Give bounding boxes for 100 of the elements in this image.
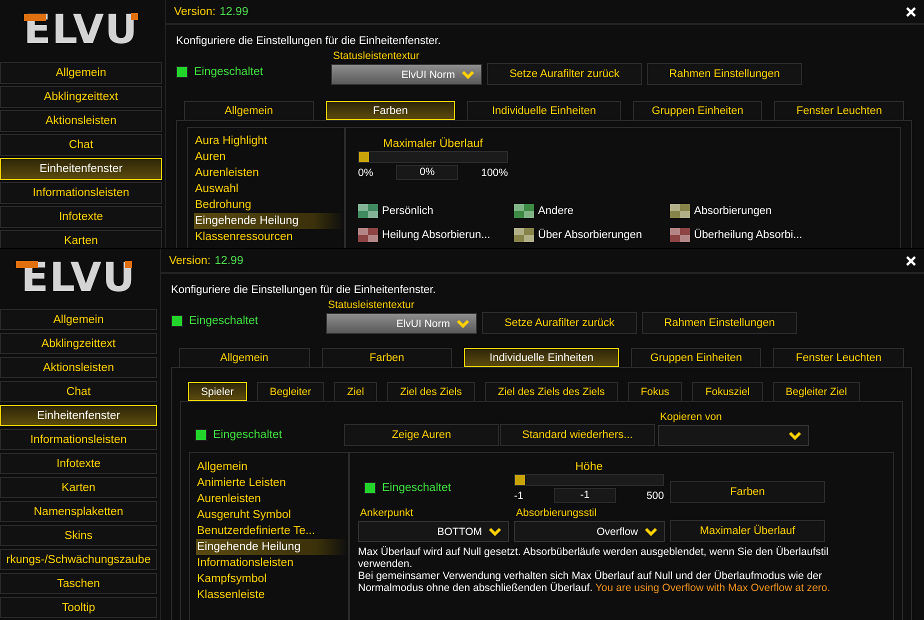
list-item[interactable]: Eingehende Heilung	[196, 539, 348, 555]
checkbox[interactable]	[364, 482, 376, 494]
list-item[interactable]: Informationsleisten	[196, 555, 348, 571]
list-item[interactable]: Aurenleisten	[194, 165, 344, 181]
tab[interactable]: Gruppen Einheiten	[630, 348, 762, 367]
list-item[interactable]: Ausgeruht Symbol	[196, 507, 348, 523]
menu-item[interactable]: Informationsleisten	[0, 182, 162, 204]
texture-dropdown[interactable]: ElvUI Norm	[326, 313, 477, 334]
action-button[interactable]: Setze Aurafilter zurück	[482, 312, 637, 334]
color-swatch[interactable]	[514, 204, 534, 218]
color-swatch[interactable]	[358, 228, 378, 242]
slider-track[interactable]	[358, 151, 508, 163]
list-item[interactable]: Aura Highlight	[194, 133, 344, 149]
tab[interactable]: Farben	[326, 101, 456, 120]
action-button[interactable]: Standard wiederhers...	[500, 424, 655, 446]
slider-label: Höhe	[574, 461, 604, 473]
list-item[interactable]: Klassenressourcen	[194, 229, 344, 245]
colors-button[interactable]: Farben	[670, 481, 825, 503]
action-button[interactable]: Zeige Auren	[344, 424, 499, 446]
tab[interactable]: Gruppen Einheiten	[632, 101, 762, 120]
color-swatch[interactable]	[670, 204, 690, 218]
swatch-label: Absorbierungen	[694, 205, 772, 217]
menu-item[interactable]: Karten	[0, 477, 157, 498]
slider-thumb[interactable]	[359, 152, 369, 162]
close-button[interactable]	[906, 6, 916, 16]
checkbox-label: Eingeschaltet	[382, 482, 452, 494]
list-item[interactable]: Allgemein	[196, 459, 348, 475]
menu-item[interactable]: Aktionsleisten	[0, 357, 157, 378]
tab[interactable]: Individuelle Einheiten	[464, 348, 619, 367]
absorb-style-dropdown[interactable]: Overflow	[514, 521, 665, 542]
action-button[interactable]: Setze Aurafilter zurück	[487, 63, 642, 85]
slider-value-field[interactable]: 0%	[396, 165, 458, 180]
tab[interactable]: Allgemein	[184, 101, 314, 120]
slider-thumb[interactable]	[515, 475, 525, 485]
menu-item[interactable]: Karten	[0, 230, 162, 248]
menu-item[interactable]: Taschen	[0, 573, 157, 594]
sub-tab[interactable]: Ziel des Ziels des Ziels	[484, 382, 618, 401]
menu-item[interactable]: Namensplaketten	[0, 501, 157, 522]
action-button[interactable]: Rahmen Einstellungen	[647, 63, 802, 85]
sub-tab[interactable]: Spieler	[188, 382, 247, 401]
color-swatch[interactable]	[514, 228, 534, 242]
color-swatch[interactable]	[358, 204, 378, 218]
action-button[interactable]: Rahmen Einstellungen	[642, 312, 797, 334]
menu-item[interactable]: Allgemein	[0, 62, 162, 84]
list-item[interactable]: Aurenleisten	[196, 491, 348, 507]
close-button[interactable]	[906, 256, 916, 266]
sub-tab[interactable]: Ziel des Ziels	[387, 382, 475, 401]
sub-tab[interactable]: Fokus	[628, 382, 682, 401]
caret-icon	[788, 431, 802, 440]
checkbox[interactable]	[176, 66, 188, 78]
list-item[interactable]: Auren	[194, 149, 344, 165]
menu-item[interactable]: Infotexte	[0, 206, 162, 228]
version-label: Version:	[174, 6, 216, 18]
list-item[interactable]: Auswahl	[194, 181, 344, 197]
tab[interactable]: Farben	[322, 348, 452, 367]
list-item[interactable]: Animierte Leisten	[196, 475, 348, 491]
tab[interactable]: Individuelle Einheiten	[467, 101, 621, 120]
color-swatch[interactable]	[670, 228, 690, 242]
swatch-label: Heilung Absorbierun...	[382, 229, 490, 241]
menu-item[interactable]: Einheitenfenster	[0, 158, 162, 180]
slider-max: 100%	[481, 166, 508, 178]
max-overflow-button[interactable]: Maximaler Überlauf	[670, 520, 825, 542]
tab[interactable]: Fenster Leuchten	[773, 348, 904, 367]
list-item[interactable]: Kampfsymbol	[196, 571, 348, 587]
caret-icon	[644, 527, 658, 536]
menu-item[interactable]: Aktionsleisten	[0, 110, 162, 132]
checkbox[interactable]	[195, 429, 207, 441]
caret-icon	[456, 319, 470, 328]
sub-tab[interactable]: Ziel	[334, 382, 378, 401]
description-text: Konfiguriere die Einstellungen für die Einheitenfenster.	[176, 35, 442, 47]
sub-tab[interactable]: Begleiter	[256, 382, 324, 401]
menu-item[interactable]: Abklingzeittext	[0, 86, 162, 108]
menu-item[interactable]: Tooltip	[0, 597, 157, 618]
sub-tab[interactable]: Fokusziel	[692, 382, 763, 401]
slider-track[interactable]	[514, 474, 664, 486]
list-item[interactable]: Bedrohung	[194, 197, 344, 213]
texture-dropdown[interactable]: ElvUI Norm	[331, 64, 482, 85]
field-label: Statusleistentextur	[327, 299, 416, 311]
copy-dropdown[interactable]	[658, 425, 809, 446]
tab[interactable]: Fenster Leuchten	[774, 101, 904, 120]
checkbox[interactable]	[171, 315, 183, 327]
menu-item[interactable]: Chat	[0, 134, 162, 156]
sub-tab[interactable]: Begleiter Ziel	[772, 382, 860, 401]
swatch-label: Andere	[538, 205, 574, 217]
menu-item[interactable]: Informationsleisten	[0, 429, 157, 450]
list-item[interactable]: Benutzerdefinierte Te...	[196, 523, 348, 539]
tab[interactable]: Allgemein	[179, 348, 310, 367]
menu-item[interactable]: Allgemein	[0, 309, 157, 330]
menu-item[interactable]: rkungs-/Schwächungszaube	[0, 549, 157, 570]
version-number: 12.99	[214, 254, 244, 266]
menu-item[interactable]: Skins	[0, 525, 157, 546]
slider-value-field[interactable]: -1	[554, 488, 616, 503]
list-item[interactable]: Eingehende Heilung	[194, 213, 344, 229]
anchor-dropdown[interactable]: BOTTOM	[358, 521, 509, 542]
menu-item[interactable]: Chat	[0, 381, 157, 402]
menu-item[interactable]: Abklingzeittext	[0, 333, 157, 354]
menu-item[interactable]: Einheitenfenster	[0, 405, 157, 426]
list-item[interactable]: Klassenleiste	[196, 587, 348, 603]
swatch-label: Persönlich	[382, 205, 434, 217]
menu-item[interactable]: Infotexte	[0, 453, 157, 474]
